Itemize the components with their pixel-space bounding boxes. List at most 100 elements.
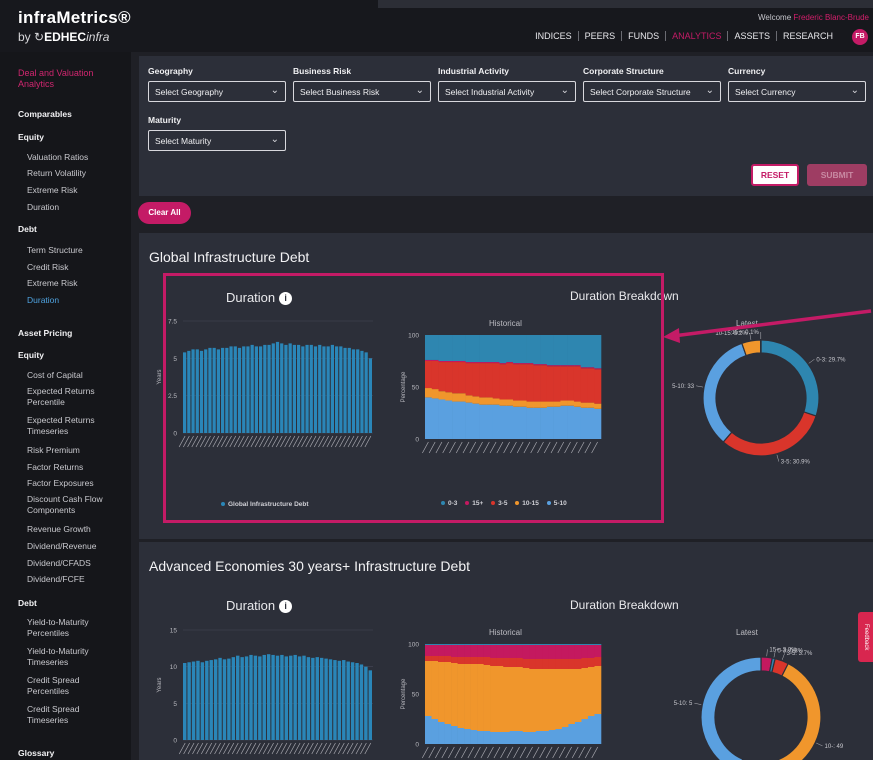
sidebar-section-title[interactable]: Deal and Valuation Analytics [18, 68, 118, 90]
stack-segment-5-10 [542, 731, 550, 744]
sidebar-comparables[interactable]: Comparables [18, 109, 72, 119]
stack-segment-3-5 [535, 659, 543, 669]
x-tick-mark [519, 746, 527, 759]
submit-button[interactable]: SUBMIT [807, 164, 867, 186]
y-tick-label: 0 [415, 742, 419, 749]
panel-title: Advanced Economies 30 years+ Infrastruct… [149, 558, 471, 574]
donut-label: 0-3: 29.7% [816, 357, 846, 363]
sidebar-item-expected-returns-timeseries[interactable]: Expected Returns Timeseries [27, 415, 122, 437]
duration-bar [275, 655, 280, 740]
corporate-structure-select[interactable]: Select Corporate Structure ⌄ [583, 81, 721, 102]
sidebar-item-dividend-cfads[interactable]: Dividend/CFADS [27, 558, 91, 568]
sidebar-item-revenue-growth[interactable]: Revenue Growth [27, 524, 91, 534]
sidebar-item-risk-premium[interactable]: Risk Premium [27, 445, 80, 455]
sidebar-ap-equity-head[interactable]: Equity [18, 350, 44, 360]
sidebar-debt-head[interactable]: Debt [18, 224, 37, 234]
stack-segment-10-15 [522, 668, 530, 732]
nav-assets[interactable]: ASSETS [727, 31, 776, 41]
nav-research[interactable]: RESEARCH [775, 31, 839, 41]
x-tick-mark [474, 746, 481, 759]
maturity-select[interactable]: Select Maturity ⌄ [148, 130, 286, 151]
x-tick-mark [552, 746, 559, 759]
stack-segment-15+ [451, 645, 458, 657]
brand-company: EDHEC [44, 30, 87, 44]
donut-leader-line [694, 702, 702, 705]
sidebar-item-extreme-risk-equity[interactable]: Extreme Risk [27, 185, 78, 195]
sidebar: Deal and Valuation Analytics Comparables… [0, 52, 131, 760]
sidebar-item-credit-risk[interactable]: Credit Risk [27, 262, 69, 272]
donut-leader-line [808, 359, 815, 364]
business-risk-value: Select Business Risk [300, 87, 380, 97]
sidebar-glossary[interactable]: Glossary [18, 748, 54, 758]
sidebar-item-extreme-risk-debt[interactable]: Extreme Risk [27, 278, 78, 288]
duration-bar [271, 654, 275, 740]
y-tick-label: 15 [170, 628, 178, 635]
stack-segment-3-5 [444, 656, 452, 662]
sidebar-asset-pricing[interactable]: Asset Pricing [18, 328, 72, 338]
duration-bar [364, 666, 368, 740]
stack-segment-15+ [425, 645, 432, 656]
sidebar-item-credit-spread-percentiles[interactable]: Credit Spread Percentiles [27, 675, 122, 697]
currency-select[interactable]: Select Currency ⌄ [728, 81, 866, 102]
sidebar-item-cost-of-capital[interactable]: Cost of Capital [27, 370, 83, 380]
nav-analytics[interactable]: ANALYTICS [665, 31, 727, 41]
reset-button[interactable]: RESET [751, 164, 799, 186]
duration-bar [324, 658, 328, 740]
sidebar-item-ytm-percentiles[interactable]: Yield-to-Maturity Percentiles [27, 617, 122, 639]
stack-segment-15+ [535, 645, 543, 659]
donut-label: 3-5: 30.9% [781, 460, 811, 466]
sidebar-item-dividend-revenue[interactable]: Dividend/Revenue [27, 541, 96, 551]
chevron-down-icon: ⌄ [850, 85, 859, 96]
feedback-tab[interactable]: Feedback [858, 612, 873, 662]
stack-segment-10-15 [470, 664, 478, 730]
brand-company-suffix: infra [86, 30, 110, 44]
sidebar-item-valuation-ratios[interactable]: Valuation Ratios [27, 152, 88, 162]
stack-segment-10-15 [542, 669, 550, 731]
sidebar-item-expected-returns-percentile[interactable]: Expected Returns Percentile [27, 386, 122, 408]
x-tick-mark [428, 746, 436, 759]
nav-funds[interactable]: FUNDS [621, 31, 665, 41]
sidebar-item-credit-spread-timeseries[interactable]: Credit Spread Timeseries [27, 704, 122, 726]
stack-segment-3-5 [509, 658, 517, 667]
duration-bars-2: 0 5 10 15 Years [157, 628, 373, 755]
sidebar-item-dividend-fcfe[interactable]: Dividend/FCFE [27, 574, 85, 584]
stack-segment-0-3 [568, 644, 576, 645]
stack-segment-5-10 [587, 716, 595, 744]
nav-peers[interactable]: PEERS [577, 31, 622, 41]
brand-logo[interactable]: infraMetrics® by ↻EDHECinfra [18, 8, 131, 44]
stack-segment-5-10 [516, 731, 524, 744]
nav-indices[interactable]: INDICES [529, 31, 578, 41]
sidebar-item-discount-cash-flow[interactable]: Discount Cash Flow Components [27, 494, 122, 516]
geography-select[interactable]: Select Geography ⌄ [148, 81, 286, 102]
industrial-activity-select[interactable]: Select Industrial Activity ⌄ [438, 81, 576, 102]
stack-segment-3-5 [457, 657, 465, 664]
sidebar-item-factor-returns[interactable]: Factor Returns [27, 462, 83, 472]
sidebar-item-duration-equity[interactable]: Duration [27, 202, 59, 212]
duration-bar [227, 658, 231, 740]
sidebar-equity-head[interactable]: Equity [18, 132, 44, 142]
x-tick-mark [487, 746, 494, 759]
duration-bar [240, 657, 244, 740]
duration-bar [218, 657, 222, 740]
stack-segment-10-15 [483, 665, 491, 731]
duration-bar [280, 654, 284, 740]
welcome-user[interactable]: Frederic Blanc-Brude [793, 13, 869, 22]
top-bar: infraMetrics® by ↻EDHECinfra Welcome Fre… [0, 0, 873, 52]
business-risk-select[interactable]: Select Business Risk ⌄ [293, 81, 431, 102]
avatar[interactable]: FB [852, 29, 868, 45]
donut-slice-10-15 [741, 662, 822, 760]
stack-segment-3-5 [477, 657, 484, 664]
sidebar-item-term-structure[interactable]: Term Structure [27, 245, 83, 255]
donut-leader-line [696, 385, 704, 388]
sidebar-ap-debt-head[interactable]: Debt [18, 598, 37, 608]
info-icon[interactable]: i [279, 600, 293, 613]
sidebar-item-factor-exposures[interactable]: Factor Exposures [27, 478, 94, 488]
duration-bar [342, 660, 346, 740]
clear-all-button[interactable]: Clear All [138, 202, 191, 224]
sidebar-item-ytm-timeseries[interactable]: Yield-to-Maturity Timeseries [27, 646, 122, 668]
chevron-down-icon: ⌄ [560, 85, 569, 96]
sidebar-item-return-volatility[interactable]: Return Volatility [27, 168, 86, 178]
stack-segment-5-10 [496, 732, 504, 744]
currency-value: Select Currency [735, 87, 796, 97]
sidebar-item-duration-debt[interactable]: Duration [27, 295, 59, 305]
